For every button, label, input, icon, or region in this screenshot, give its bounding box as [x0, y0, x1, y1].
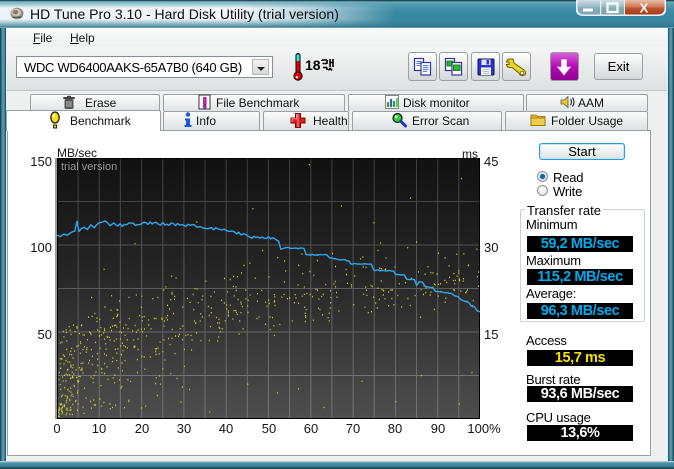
svg-text:trial version: trial version [61, 161, 117, 173]
svg-text:X: X [640, 1, 649, 16]
